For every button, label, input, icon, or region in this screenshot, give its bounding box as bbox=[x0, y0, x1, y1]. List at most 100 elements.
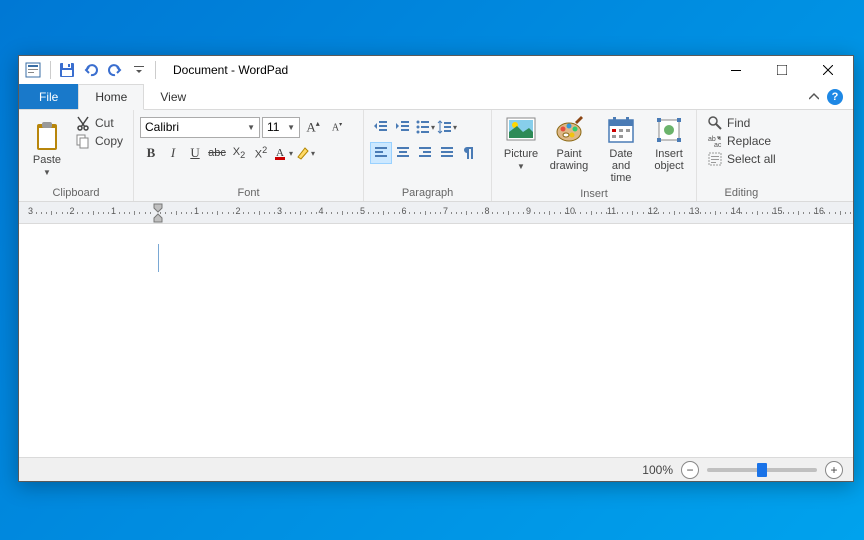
group-paragraph: ▾ ▾ Paragraph bbox=[364, 110, 492, 201]
wordpad-app-icon bbox=[25, 62, 41, 78]
chevron-down-icon: ▼ bbox=[247, 123, 255, 132]
document-canvas[interactable] bbox=[19, 224, 853, 457]
paste-button[interactable]: Paste ▼ bbox=[25, 112, 69, 185]
font-size-combo[interactable]: 11 ▼ bbox=[262, 117, 300, 138]
paragraph-dialog-button[interactable] bbox=[458, 142, 480, 164]
tab-home[interactable]: Home bbox=[78, 84, 144, 110]
group-editing: Find abac Replace Select all Editing bbox=[697, 110, 786, 201]
undo-icon bbox=[83, 62, 99, 78]
zoom-in-button[interactable]: + bbox=[825, 461, 843, 479]
grow-font-button[interactable]: A▴ bbox=[302, 116, 324, 138]
increase-indent-button[interactable] bbox=[392, 116, 414, 138]
subscript-button[interactable]: X2 bbox=[228, 142, 250, 164]
cut-icon bbox=[75, 115, 91, 131]
paint-icon bbox=[553, 114, 585, 146]
minimize-button[interactable] bbox=[713, 56, 759, 84]
zoom-level: 100% bbox=[642, 463, 673, 477]
minimize-icon bbox=[731, 65, 741, 75]
line-spacing-icon bbox=[437, 119, 453, 135]
object-label: Insert object bbox=[654, 148, 684, 172]
align-left-icon bbox=[373, 145, 389, 161]
paste-label: Paste bbox=[33, 154, 61, 166]
line-spacing-button[interactable]: ▾ bbox=[436, 116, 458, 138]
bold-button[interactable]: B bbox=[140, 142, 162, 164]
shrink-font-button[interactable]: A▾ bbox=[326, 116, 348, 138]
cut-label: Cut bbox=[95, 116, 114, 130]
align-justify-icon bbox=[439, 145, 455, 161]
select-all-icon bbox=[707, 151, 723, 167]
replace-icon: abac bbox=[707, 133, 723, 149]
bullet-list-button[interactable]: ▾ bbox=[414, 116, 436, 138]
font-family-value: Calibri bbox=[145, 120, 179, 134]
tab-file[interactable]: File bbox=[19, 84, 78, 109]
group-label-editing: Editing bbox=[703, 185, 780, 201]
insert-object-button[interactable]: Insert object bbox=[648, 112, 690, 174]
find-icon bbox=[707, 115, 723, 131]
indent-marker[interactable] bbox=[152, 202, 164, 224]
tab-view[interactable]: View bbox=[144, 84, 202, 109]
close-button[interactable] bbox=[805, 56, 851, 84]
chevron-down-icon: ▼ bbox=[43, 168, 51, 177]
redo-button[interactable] bbox=[104, 59, 126, 81]
group-label-clipboard: Clipboard bbox=[25, 185, 127, 201]
svg-text:ac: ac bbox=[714, 142, 722, 149]
highlight-icon bbox=[295, 145, 311, 161]
zoom-slider[interactable] bbox=[707, 468, 817, 472]
insert-date-button[interactable]: Date and time bbox=[594, 112, 648, 186]
align-center-button[interactable] bbox=[392, 142, 414, 164]
save-button[interactable] bbox=[56, 59, 78, 81]
replace-button[interactable]: abac Replace bbox=[703, 132, 780, 150]
align-justify-button[interactable] bbox=[436, 142, 458, 164]
align-right-button[interactable] bbox=[414, 142, 436, 164]
window-title: Document - WordPad bbox=[173, 63, 288, 77]
font-color-icon: A bbox=[273, 145, 289, 161]
outdent-icon bbox=[373, 119, 389, 135]
underline-button[interactable]: U bbox=[184, 142, 206, 164]
maximize-button[interactable] bbox=[759, 56, 805, 84]
group-insert: Picture ▼ Paint drawing Date and time In… bbox=[492, 110, 697, 201]
text-cursor bbox=[158, 244, 159, 272]
group-clipboard: Paste ▼ Cut Copy Clipboard bbox=[19, 110, 134, 201]
zoom-out-button[interactable]: − bbox=[681, 461, 699, 479]
align-center-icon bbox=[395, 145, 411, 161]
select-all-button[interactable]: Select all bbox=[703, 150, 780, 168]
align-left-button[interactable] bbox=[370, 142, 392, 164]
group-font: Calibri ▼ 11 ▼ A▴ A▾ B I U abc X2 bbox=[134, 110, 364, 201]
ribbon-tabs: File Home View ? bbox=[19, 84, 853, 110]
font-size-value: 11 bbox=[267, 120, 279, 134]
undo-button[interactable] bbox=[80, 59, 102, 81]
zoom-slider-thumb[interactable] bbox=[757, 463, 767, 477]
strikethrough-button[interactable]: abc bbox=[206, 142, 228, 164]
italic-button[interactable]: I bbox=[162, 142, 184, 164]
decrease-indent-button[interactable] bbox=[370, 116, 392, 138]
paragraph-icon bbox=[461, 145, 477, 161]
chevron-down-icon: ▾ bbox=[453, 123, 457, 132]
font-family-combo[interactable]: Calibri ▼ bbox=[140, 117, 260, 138]
group-label-font: Font bbox=[140, 185, 357, 201]
ruler[interactable]: 321123456789101112131415161718 bbox=[19, 202, 853, 224]
insert-paint-button[interactable]: Paint drawing bbox=[544, 112, 594, 174]
list-icon bbox=[415, 119, 431, 135]
separator bbox=[50, 61, 51, 79]
group-label-insert: Insert bbox=[498, 186, 690, 202]
chevron-down-icon: ▼ bbox=[517, 162, 525, 171]
chevron-down-icon bbox=[131, 62, 147, 78]
collapse-ribbon-icon[interactable] bbox=[809, 92, 819, 102]
chevron-down-icon: ▾ bbox=[311, 149, 315, 158]
help-button[interactable]: ? bbox=[827, 89, 843, 105]
wordpad-window: Document - WordPad File Home View ? bbox=[18, 55, 854, 482]
picture-label: Picture bbox=[504, 148, 538, 160]
qat-customize-button[interactable] bbox=[128, 59, 150, 81]
font-color-button[interactable]: A ▾ bbox=[272, 142, 294, 164]
object-icon bbox=[653, 114, 685, 146]
close-icon bbox=[823, 65, 833, 75]
find-label: Find bbox=[727, 116, 750, 130]
copy-button[interactable]: Copy bbox=[71, 132, 127, 150]
find-button[interactable]: Find bbox=[703, 114, 780, 132]
chevron-down-icon: ▾ bbox=[431, 123, 435, 132]
insert-picture-button[interactable]: Picture ▼ bbox=[498, 112, 544, 173]
ribbon: Paste ▼ Cut Copy Clipboard bbox=[19, 110, 853, 202]
cut-button[interactable]: Cut bbox=[71, 114, 127, 132]
superscript-button[interactable]: X2 bbox=[250, 142, 272, 164]
highlight-button[interactable]: ▾ bbox=[294, 142, 316, 164]
